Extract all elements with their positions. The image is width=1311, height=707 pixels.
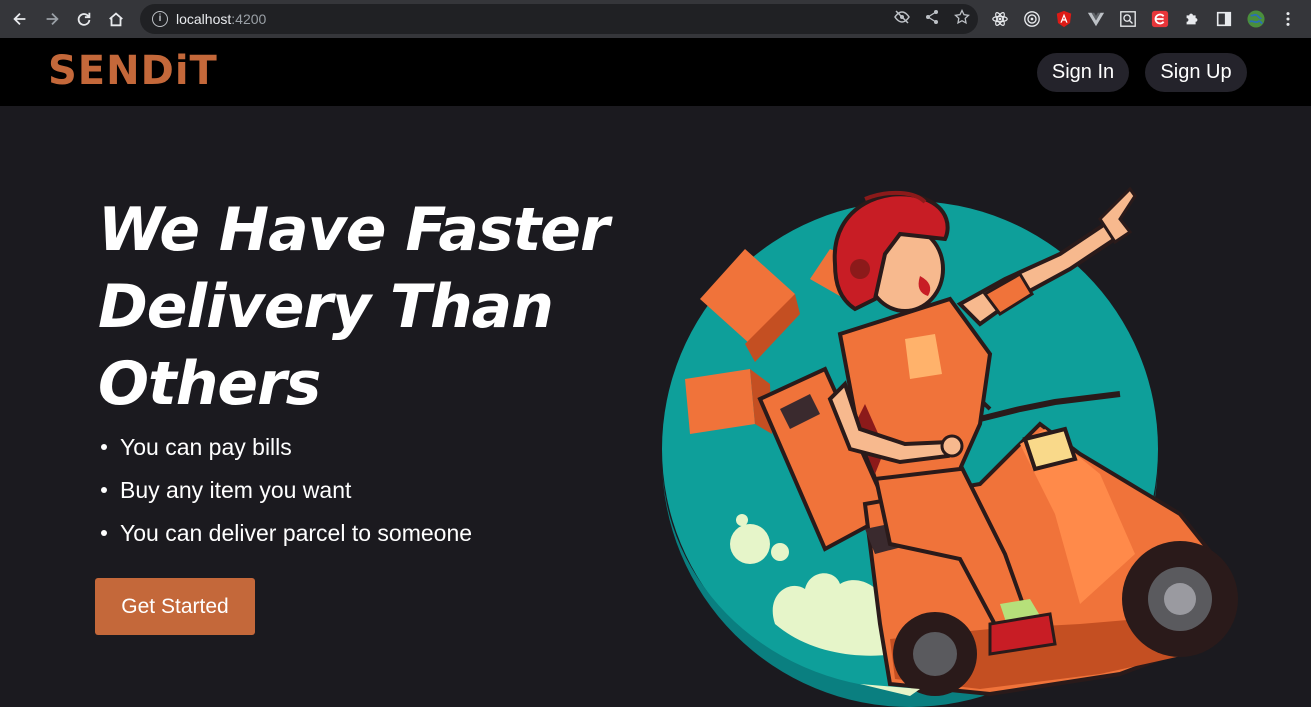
exhaust-cloud	[736, 514, 748, 526]
back-arrow-icon[interactable]	[4, 3, 36, 35]
hero-headline: We Have Faster Delivery Than Others	[98, 195, 610, 419]
rider-hand	[940, 434, 964, 458]
reload-icon[interactable]	[68, 3, 100, 35]
hero-section: We Have Faster Delivery Than Others You …	[0, 106, 1311, 707]
home-icon[interactable]	[100, 3, 132, 35]
feature-item: Buy any item you want	[100, 475, 472, 518]
react-devtools-icon[interactable]	[990, 9, 1010, 29]
sign-in-button[interactable]: Sign In	[1037, 53, 1129, 92]
puzzle-icon[interactable]	[1182, 9, 1202, 29]
extensions-bar	[990, 4, 1298, 34]
feature-item: You can deliver parcel to someone	[100, 518, 472, 561]
url-host: localhost	[176, 11, 232, 27]
exhaust-cloud	[771, 543, 789, 561]
forward-arrow-icon[interactable]	[36, 3, 68, 35]
browser-toolbar: i localhost:4200	[0, 0, 1311, 38]
angular-icon[interactable]	[1054, 9, 1074, 29]
address-bar[interactable]: i localhost:4200	[140, 4, 978, 34]
flying-box	[685, 369, 755, 434]
sidepanel-icon[interactable]	[1214, 9, 1234, 29]
get-started-button[interactable]: Get Started	[95, 578, 255, 635]
exhaust-cloud	[730, 524, 770, 564]
app-navbar: SENDiT Sign In Sign Up	[0, 38, 1311, 106]
kebab-menu-icon[interactable]	[1278, 9, 1298, 29]
search-ext-icon[interactable]	[1118, 9, 1138, 29]
vue-icon[interactable]	[1086, 9, 1106, 29]
url-port: :4200	[231, 11, 267, 27]
eye-off-icon[interactable]	[894, 9, 910, 30]
info-icon[interactable]: i	[152, 11, 168, 27]
feature-item: You can pay bills	[100, 432, 472, 475]
front-wheel-hub	[913, 632, 957, 676]
profile-avatar-icon[interactable]	[1246, 9, 1266, 29]
share-icon[interactable]	[924, 9, 940, 30]
helmet-ear	[850, 259, 870, 279]
feature-list: You can pay bills Buy any item you want …	[100, 432, 472, 561]
target-icon[interactable]	[1022, 9, 1042, 29]
rear-wheel-center	[1164, 583, 1196, 615]
delivery-rider-illustration	[662, 186, 1238, 707]
sign-up-button[interactable]: Sign Up	[1145, 53, 1247, 92]
brand-logo[interactable]: SENDiT	[48, 48, 218, 94]
star-icon[interactable]	[954, 8, 970, 30]
e-ext-icon[interactable]	[1150, 9, 1170, 29]
